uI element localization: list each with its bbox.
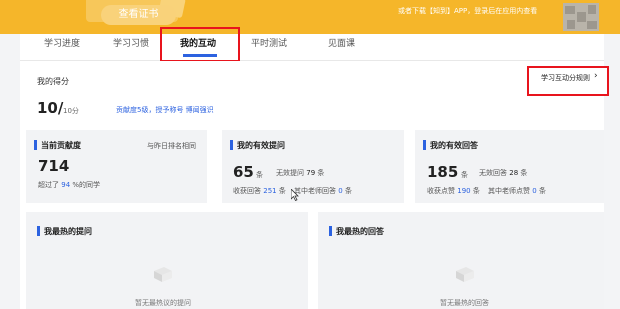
card-accent-bar — [37, 226, 40, 236]
teacher-answers-unit: 条 — [344, 187, 352, 195]
qr-code-image — [563, 3, 599, 31]
contribution-card: 当前贡献度 与昨日排名相同 714 超过了 94 %的同学 — [26, 130, 207, 203]
valid-answers-card: 我的有效回答 185 条 无效回答 28 条 收获点赞 190 条 其中老师点赞… — [415, 130, 604, 203]
tab-learning-habits[interactable]: 学习习惯 — [113, 34, 149, 61]
received-answers-value: 251 — [263, 187, 277, 195]
tab-learning-progress[interactable]: 学习进度 — [44, 34, 80, 61]
tab-meeting-class[interactable]: 见面课 — [328, 34, 355, 61]
valid-questions-value: 65 — [233, 163, 254, 181]
contribution-title: 当前贡献度 — [41, 141, 81, 150]
rules-link-label[interactable]: 学习互动分规则 — [541, 73, 590, 83]
exceed-suffix: %的同学 — [72, 181, 101, 189]
hot-answers-empty: 暂无最热的回答 — [440, 299, 489, 307]
app-download-hint: 或者下载【知到】APP，登录后在应用内查看 — [398, 7, 538, 15]
valid-answers-unit: 条 — [461, 171, 468, 179]
tab-regular-tests[interactable]: 平时测试 — [251, 34, 287, 61]
chevron-right-icon[interactable]: › — [594, 71, 598, 81]
empty-box-icon — [456, 267, 474, 282]
received-likes-value: 190 — [457, 187, 471, 195]
exceed-prefix: 超过了 — [38, 181, 59, 189]
tab-bar: 学习进度 学习习惯 我的互动 平时测试 见面课 — [20, 34, 604, 61]
hot-answers-card: 我最热的回答 暂无最热的回答 — [318, 212, 604, 309]
valid-questions-card: 我的有效提问 65 条 无效提问 79 条 收获回答 251 条 其中老师回答 … — [222, 130, 404, 203]
score-value: 10/ — [37, 99, 64, 117]
teacher-answers-label: 其中老师回答 — [294, 187, 336, 195]
mouse-cursor-icon — [291, 189, 299, 201]
contribution-value: 714 — [38, 157, 70, 175]
teacher-likes-value: 0 — [532, 187, 537, 195]
exceed-text: 超过了 94 %的同学 — [38, 180, 100, 190]
invalid-answers-value: 28 — [509, 169, 519, 177]
card-accent-bar — [329, 226, 332, 236]
hot-answers-title: 我最热的回答 — [336, 227, 384, 236]
card-accent-bar — [34, 140, 37, 150]
score-unit: 10分 — [63, 107, 79, 115]
teacher-likes: 其中老师点赞 0 条 — [488, 186, 546, 196]
rank-note: 与昨日排名相同 — [147, 142, 196, 150]
teacher-likes-unit: 条 — [538, 187, 546, 195]
view-certificate-button[interactable]: 查看证书 — [101, 5, 176, 25]
top-banner: 查看证书 或者下载【知到】APP，登录后在应用内查看 — [0, 0, 620, 34]
card-accent-bar — [230, 140, 233, 150]
card-accent-bar — [423, 140, 426, 150]
invalid-questions-unit: 条 — [317, 169, 325, 177]
teacher-answers-value: 0 — [338, 187, 343, 195]
teacher-likes-label: 其中老师点赞 — [488, 187, 530, 195]
contribution-level-hint[interactable]: 贡献度5级，授予称号 博闻强识 — [116, 105, 214, 115]
received-likes-unit: 条 — [472, 187, 480, 195]
hot-questions-title: 我最热的提问 — [44, 227, 92, 236]
highlight-box-tab — [160, 27, 240, 62]
valid-questions-title: 我的有效提问 — [237, 141, 285, 150]
valid-answers-title: 我的有效回答 — [430, 141, 478, 150]
received-answers-label: 收获回答 — [233, 187, 261, 195]
valid-answers-value: 185 — [427, 163, 459, 181]
hot-questions-card: 我最热的提问 暂无最热议的提问 — [26, 212, 308, 309]
exceed-value: 94 — [61, 181, 71, 189]
invalid-answers-label: 无效回答 — [479, 169, 507, 177]
received-answers: 收获回答 251 条 — [233, 186, 286, 196]
invalid-questions: 无效提问 79 条 — [276, 168, 324, 178]
invalid-answers: 无效回答 28 条 — [479, 168, 527, 178]
invalid-answers-unit: 条 — [520, 169, 528, 177]
invalid-questions-value: 79 — [306, 169, 316, 177]
empty-box-icon — [154, 267, 172, 282]
received-likes: 收获点赞 190 条 — [427, 186, 480, 196]
teacher-answers: 其中老师回答 0 条 — [294, 186, 352, 196]
received-answers-unit: 条 — [278, 187, 286, 195]
valid-questions-unit: 条 — [256, 171, 263, 179]
invalid-questions-label: 无效提问 — [276, 169, 304, 177]
score-title: 我的得分 — [37, 77, 69, 86]
received-likes-label: 收获点赞 — [427, 187, 455, 195]
hot-questions-empty: 暂无最热议的提问 — [135, 299, 191, 307]
